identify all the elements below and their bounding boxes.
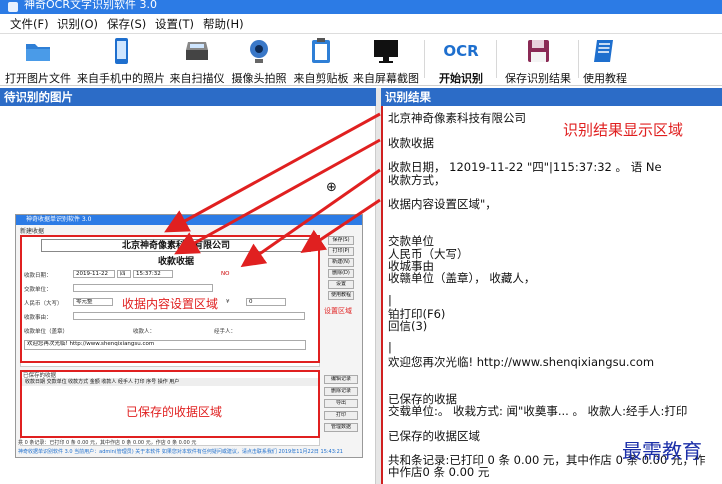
start-ocr-label: 开始识别 — [439, 72, 483, 85]
menu-settings[interactable]: 设置(T) — [155, 16, 194, 32]
preview-side-btn: 新建(N) — [328, 258, 354, 267]
save-result-button[interactable]: 保存识别结果 — [502, 36, 574, 85]
clipboard-label: 来自剪贴板 — [293, 72, 349, 85]
screenshot-label: 来自屏幕截图 — [353, 72, 419, 85]
phone-photo-label: 来自手机中的照片 — [77, 72, 165, 85]
result-area-annotation: 识别结果显示区域 — [563, 121, 684, 139]
preview-saved-btn: 管理数据 — [324, 423, 358, 432]
preview-saved-annotation: 已保存的收据区域 — [126, 405, 223, 419]
menu-help[interactable]: 帮助(H) — [203, 16, 244, 32]
clipboard-icon — [312, 38, 330, 63]
menu-save[interactable]: 保存(S) — [107, 16, 146, 32]
ocr-icon: OCR — [443, 42, 479, 60]
open-image-label: 打开图片文件 — [5, 72, 71, 85]
preview-saved-btn: 删除记录 — [324, 387, 358, 396]
folder-icon — [26, 44, 50, 61]
scanner-icon — [186, 42, 208, 60]
left-panel-title: 待识别的图片 — [0, 88, 376, 106]
window-title: 神奇OCR文字识别软件 3.0 — [24, 0, 157, 11]
preview-side-btn: 设置 — [328, 280, 354, 289]
result-line: 收据内容设置区域"， — [388, 197, 497, 211]
monitor-icon — [374, 40, 398, 63]
toolbar-separator — [424, 40, 425, 78]
clipboard-button[interactable]: 来自剪贴板 — [292, 36, 350, 85]
preview-new-receipt: 新建收据 — [20, 228, 45, 235]
floppy-disk-icon — [528, 40, 549, 62]
screenshot-button[interactable]: 来自屏幕截图 — [352, 36, 420, 85]
result-line: | — [388, 340, 392, 354]
result-line: 收款收据 — [388, 136, 434, 150]
camera-label: 摄像头拍照 — [231, 72, 287, 85]
start-ocr-button[interactable]: OCR 开始识别 — [430, 36, 492, 85]
result-line: 收款方式， — [388, 173, 446, 187]
phone-icon — [115, 38, 128, 64]
result-line: | — [388, 293, 392, 307]
preview-saved-buttons: 编辑记录 删除记录 导出 打印 管理数据 — [322, 375, 362, 445]
preview-form-annotation: 收据内容设置区域 — [122, 297, 219, 311]
image-pane: 神奇收据单识别软件 3.0 新建收据 北京神奇像素科技有限公司 收款收据 收款日… — [0, 106, 376, 484]
phone-photo-button[interactable]: 来自手机中的照片 — [76, 36, 166, 85]
result-line: 中作店0 条 0.00 元 — [388, 465, 490, 479]
result-pane[interactable]: 北京神奇像素科技有限公司 收款收据 收款日期， 12019-11-22 "四"|… — [381, 106, 722, 484]
save-result-label: 保存识别结果 — [505, 72, 571, 85]
book-icon — [594, 40, 613, 62]
toolbar-separator — [578, 40, 579, 78]
toolbar-separator — [496, 40, 497, 78]
preview-saved-btn: 编辑记录 — [324, 375, 358, 384]
result-line: 交载单位:。 收栽方式: 闻"收奠事... 。 收款人:经手人:打印 — [388, 404, 688, 418]
result-line: 已保存的收据区域 — [388, 429, 480, 443]
tutorial-button[interactable]: 使用教程 — [582, 36, 628, 85]
menu-recognize[interactable]: 识别(O) — [57, 16, 98, 32]
preview-side-btn: 删除(D) — [328, 269, 354, 278]
preview-side-btn: 保存(S) — [328, 236, 354, 245]
title-bar: 神奇OCR文字识别软件 3.0 — [0, 0, 722, 14]
preview-status-1: 共 0 条记录：已打印 0 条 0.00 元，其中作店 0 条 0.00 元，作… — [18, 440, 197, 446]
app-icon — [8, 2, 18, 12]
preview-side-btn: 打印(P) — [328, 247, 354, 256]
open-image-button[interactable]: 打开图片文件 — [2, 36, 74, 85]
menu-bar: 文件(F) 识别(O) 保存(S) 设置(T) 帮助(H) — [0, 14, 722, 34]
toolbar: 打开图片文件 来自手机中的照片 来自扫描仪 摄像头拍照 来自剪贴板 来自屏幕截图… — [0, 34, 722, 86]
result-line: 收赣单位（盖章）， 收藏人， — [388, 271, 536, 285]
result-line: 欢迎您再次光临! http://www.shenqixiangsu.com — [388, 355, 655, 369]
preview-saved-btn: 导出 — [324, 399, 358, 408]
preview-status-2: 神奇收据单识别软件 3.0 当前用户：admin(管理员) 关于本软件 如果您对… — [18, 449, 343, 455]
menu-file[interactable]: 文件(F) — [10, 16, 49, 32]
right-panel-title: 识别结果 — [381, 88, 722, 106]
tutorial-label: 使用教程 — [583, 72, 627, 85]
preview-image: 神奇收据单识别软件 3.0 新建收据 北京神奇像素科技有限公司 收款收据 收款日… — [15, 214, 363, 458]
zoom-cursor-icon: ⊕ — [326, 180, 337, 195]
preview-side-btn: 使用教程 — [328, 291, 354, 300]
result-line: 回信(3) — [388, 319, 428, 333]
camera-button[interactable]: 摄像头拍照 — [228, 36, 290, 85]
scanner-button[interactable]: 来自扫描仪 — [168, 36, 226, 85]
preview-side-area-label: 设置区域 — [324, 307, 352, 315]
scanner-label: 来自扫描仪 — [169, 72, 225, 85]
watermark: 最需教育 — [622, 439, 702, 463]
preview-saved-btn: 打印 — [324, 411, 358, 420]
result-line: 北京神奇像素科技有限公司 — [388, 111, 526, 125]
webcam-icon — [250, 40, 268, 63]
